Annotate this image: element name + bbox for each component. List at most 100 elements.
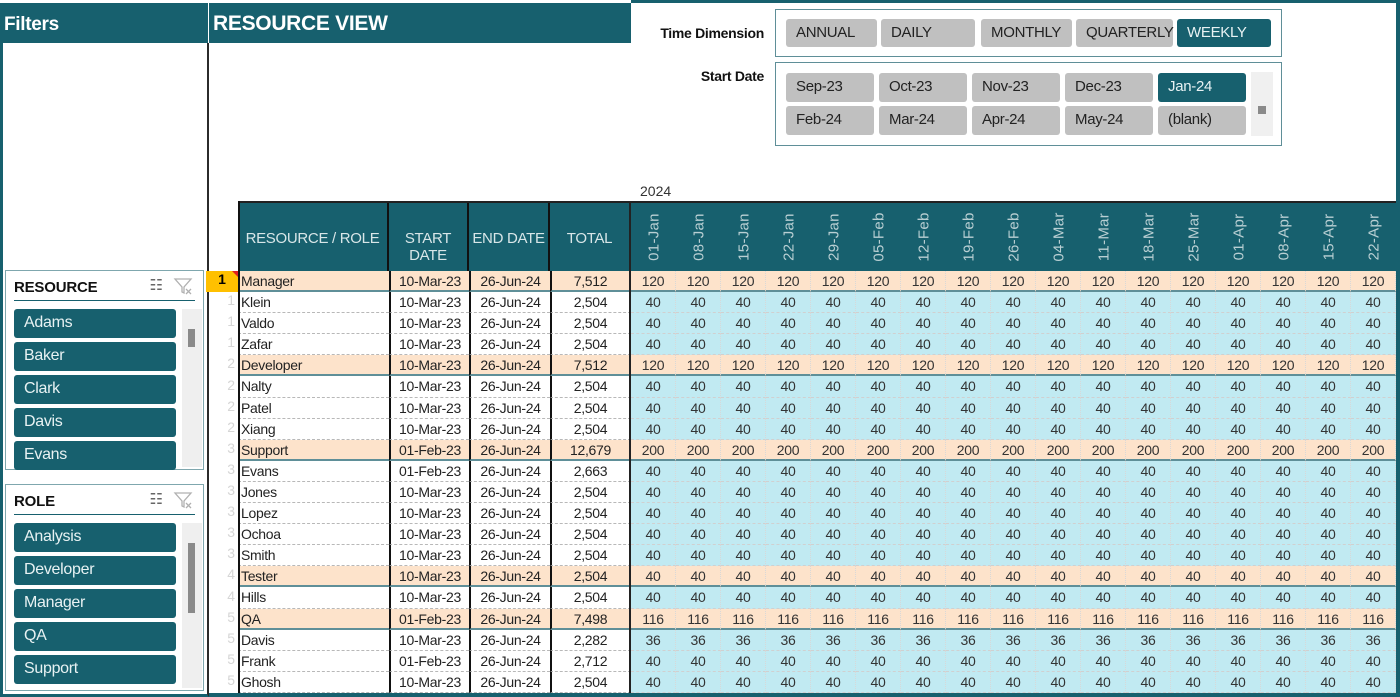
week-value[interactable]: 40: [811, 460, 856, 482]
week-value[interactable]: 120: [1261, 271, 1306, 293]
scrollbar-thumb[interactable]: [188, 543, 195, 613]
week-value[interactable]: 40: [1171, 334, 1216, 356]
week-value[interactable]: 36: [856, 629, 901, 651]
week-value[interactable]: 120: [1351, 355, 1396, 377]
resource-row[interactable]: Ghosh 10-Mar-23 26-Jun-24 2,504 40 40 40 40 40 40…: [238, 671, 1396, 693]
week-value[interactable]: 120: [811, 271, 856, 293]
header-week[interactable]: 08-Apr: [1261, 203, 1306, 271]
week-value[interactable]: 36: [1351, 629, 1396, 651]
week-value[interactable]: 40: [676, 397, 721, 419]
week-value[interactable]: 200: [766, 439, 811, 461]
week-value[interactable]: 116: [1351, 608, 1396, 630]
week-value[interactable]: 120: [1216, 271, 1261, 293]
week-value[interactable]: 40: [946, 397, 991, 419]
week-value[interactable]: 36: [1216, 629, 1261, 651]
week-value[interactable]: 40: [1216, 671, 1261, 693]
resource-row[interactable]: Hills 10-Mar-23 26-Jun-24 2,504 40 40 40 40 40 40…: [238, 587, 1396, 609]
week-value[interactable]: 36: [1036, 629, 1081, 651]
resource-row[interactable]: Ochoa 10-Mar-23 26-Jun-24 2,504 40 40 40 40 40 40…: [238, 524, 1396, 546]
week-value[interactable]: 40: [811, 418, 856, 440]
slicer-item-analysis[interactable]: Analysis: [14, 523, 176, 552]
slicer-item-clark[interactable]: Clark: [14, 375, 176, 404]
week-value[interactable]: 40: [1126, 481, 1171, 504]
week-value[interactable]: 200: [631, 439, 676, 461]
week-value[interactable]: 40: [631, 481, 676, 504]
week-value[interactable]: 120: [901, 271, 946, 293]
week-value[interactable]: 40: [676, 313, 721, 335]
week-value[interactable]: 40: [1036, 313, 1081, 335]
week-value[interactable]: 40: [1171, 418, 1216, 440]
week-value[interactable]: 40: [1036, 481, 1081, 504]
week-value[interactable]: 40: [631, 292, 676, 314]
week-value[interactable]: 40: [946, 524, 991, 546]
week-value[interactable]: 40: [811, 524, 856, 546]
week-value[interactable]: 200: [946, 439, 991, 461]
week-value[interactable]: 200: [901, 439, 946, 461]
week-value[interactable]: 40: [1351, 460, 1396, 482]
header-week[interactable]: 01-Apr: [1216, 203, 1261, 271]
week-value[interactable]: 40: [856, 671, 901, 693]
week-value[interactable]: 40: [1306, 650, 1351, 672]
week-value[interactable]: 40: [991, 566, 1036, 588]
week-value[interactable]: 40: [1126, 460, 1171, 482]
week-value[interactable]: 120: [1126, 355, 1171, 377]
header-week[interactable]: 08-Jan: [676, 203, 721, 271]
start-date-apr-24[interactable]: Apr-24: [972, 106, 1060, 135]
week-value[interactable]: 200: [1036, 439, 1081, 461]
week-value[interactable]: 40: [946, 460, 991, 482]
week-value[interactable]: 40: [811, 587, 856, 609]
week-value[interactable]: 40: [1351, 671, 1396, 693]
start-date-nov-23[interactable]: Nov-23: [972, 73, 1060, 102]
week-value[interactable]: 40: [1171, 545, 1216, 567]
week-value[interactable]: 40: [856, 566, 901, 588]
start-date-mar-24[interactable]: Mar-24: [879, 106, 967, 135]
week-value[interactable]: 40: [1081, 524, 1126, 546]
week-value[interactable]: 36: [721, 629, 766, 651]
role-row[interactable]: Developer 10-Mar-23 26-Jun-24 7,512 120 120 12…: [238, 355, 1396, 377]
week-value[interactable]: 200: [1351, 439, 1396, 461]
week-value[interactable]: 40: [631, 397, 676, 419]
week-value[interactable]: 40: [676, 376, 721, 398]
week-value[interactable]: 40: [991, 397, 1036, 419]
week-value[interactable]: 40: [721, 671, 766, 693]
start-date-dec-23[interactable]: Dec-23: [1065, 73, 1153, 102]
week-value[interactable]: 40: [721, 313, 766, 335]
clear-filter-icon[interactable]: [173, 490, 193, 510]
week-value[interactable]: 40: [901, 671, 946, 693]
header-week[interactable]: 18-Mar: [1126, 203, 1171, 271]
week-value[interactable]: 116: [1306, 608, 1351, 630]
week-value[interactable]: 40: [766, 545, 811, 567]
week-value[interactable]: 200: [1306, 439, 1351, 461]
week-value[interactable]: 40: [1171, 671, 1216, 693]
header-week[interactable]: 26-Feb: [991, 203, 1036, 271]
week-value[interactable]: 40: [811, 334, 856, 356]
week-value[interactable]: 40: [1081, 460, 1126, 482]
week-value[interactable]: 40: [766, 671, 811, 693]
week-value[interactable]: 120: [1036, 355, 1081, 377]
week-value[interactable]: 40: [991, 460, 1036, 482]
week-value[interactable]: 40: [901, 650, 946, 672]
week-value[interactable]: 120: [1081, 355, 1126, 377]
slicer-item-baker[interactable]: Baker: [14, 342, 176, 371]
week-value[interactable]: 40: [1306, 334, 1351, 356]
week-value[interactable]: 116: [856, 608, 901, 630]
week-value[interactable]: 40: [676, 418, 721, 440]
week-value[interactable]: 40: [1351, 587, 1396, 609]
week-value[interactable]: 120: [946, 271, 991, 293]
week-value[interactable]: 40: [856, 376, 901, 398]
week-value[interactable]: 40: [721, 334, 766, 356]
role-row[interactable]: Tester 10-Mar-23 26-Jun-24 2,504 40 40 40 40 40 4…: [238, 566, 1396, 588]
week-value[interactable]: 40: [991, 334, 1036, 356]
role-row[interactable]: QA 01-Feb-23 26-Jun-24 7,498 116 116 116 116 116…: [238, 608, 1396, 630]
multi-select-icon[interactable]: ☷: [150, 490, 163, 508]
role-row[interactable]: Support 01-Feb-23 26-Jun-24 12,679 200 200 200…: [238, 439, 1396, 461]
week-value[interactable]: 40: [1306, 397, 1351, 419]
week-value[interactable]: 40: [901, 376, 946, 398]
week-value[interactable]: 40: [856, 587, 901, 609]
week-value[interactable]: 40: [1036, 566, 1081, 588]
week-value[interactable]: 40: [676, 334, 721, 356]
week-value[interactable]: 40: [1306, 524, 1351, 546]
week-value[interactable]: 120: [1261, 355, 1306, 377]
week-value[interactable]: 40: [991, 650, 1036, 672]
resource-slicer-scrollbar[interactable]: [182, 309, 202, 467]
